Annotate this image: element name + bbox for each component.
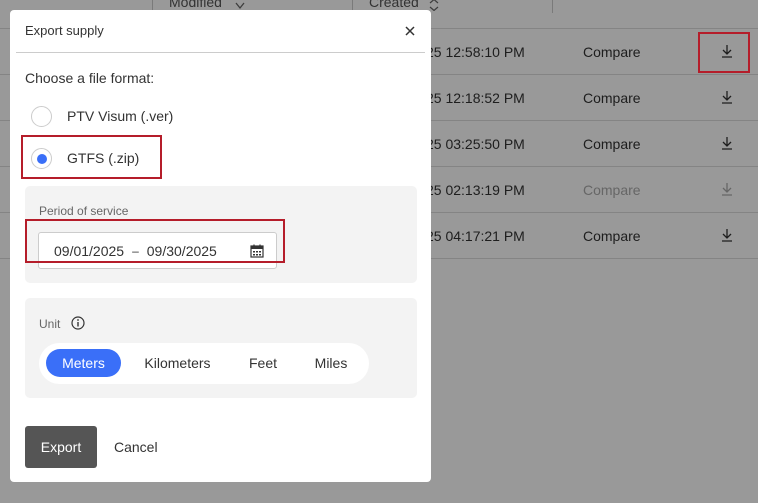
info-icon[interactable] bbox=[71, 316, 85, 330]
unit-miles[interactable]: Miles bbox=[303, 349, 359, 377]
highlight-date-range bbox=[25, 219, 285, 263]
unit-kilometers[interactable]: Kilometers bbox=[133, 349, 222, 377]
highlight-download bbox=[698, 32, 750, 73]
choose-format-label: Choose a file format: bbox=[25, 70, 155, 86]
cancel-button[interactable]: Cancel bbox=[114, 426, 158, 468]
unit-segmented-control: Meters Kilometers Feet Miles bbox=[39, 343, 369, 384]
divider bbox=[16, 52, 425, 53]
export-button[interactable]: Export bbox=[25, 426, 97, 468]
highlight-gtfs bbox=[21, 135, 162, 179]
dialog-title: Export supply bbox=[25, 23, 104, 38]
period-label: Period of service bbox=[39, 204, 129, 218]
close-icon[interactable] bbox=[402, 23, 418, 39]
radio-visum[interactable] bbox=[31, 105, 52, 127]
unit-panel: Unit Meters Kilometers Feet Miles bbox=[25, 298, 417, 398]
unit-meters[interactable]: Meters bbox=[46, 349, 121, 377]
unit-feet[interactable]: Feet bbox=[238, 349, 288, 377]
unit-label: Unit bbox=[39, 317, 61, 331]
format-label: PTV Visum (.ver) bbox=[67, 108, 174, 124]
format-option-visum[interactable]: PTV Visum (.ver) bbox=[31, 105, 173, 127]
